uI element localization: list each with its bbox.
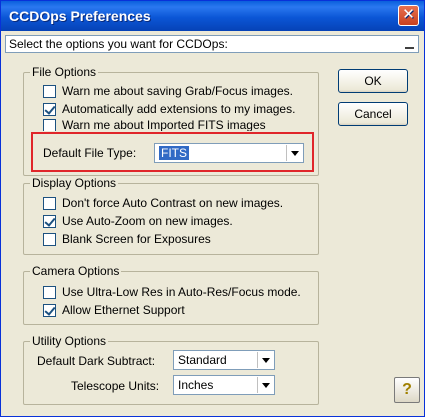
auto-contrast-checkbox[interactable] bbox=[43, 196, 56, 210]
ethernet-support-option[interactable]: Allow Ethernet Support bbox=[43, 302, 185, 318]
close-icon[interactable]: ✕ bbox=[398, 5, 419, 26]
warn-imported-fits-option[interactable]: Warn me about Imported FITS images bbox=[43, 119, 266, 131]
blank-screen-option[interactable]: Blank Screen for Exposures bbox=[43, 231, 211, 247]
ok-button[interactable]: OK bbox=[338, 69, 408, 93]
help-icon[interactable]: ? bbox=[394, 377, 420, 403]
auto-extensions-checkbox[interactable] bbox=[43, 102, 56, 116]
dark-subtract-dropdown[interactable]: Standard bbox=[173, 350, 275, 370]
window-title: CCDOps Preferences bbox=[9, 8, 151, 24]
auto-contrast-label: Don't force Auto Contrast on new images. bbox=[62, 196, 284, 210]
chevron-down-icon[interactable] bbox=[286, 145, 302, 161]
auto-zoom-option[interactable]: Use Auto-Zoom on new images. bbox=[43, 213, 233, 229]
cancel-button[interactable]: Cancel bbox=[338, 102, 408, 126]
default-file-type-row: Default File Type: bbox=[43, 145, 136, 161]
display-options-title: Display Options bbox=[30, 176, 119, 190]
utility-options-title: Utility Options bbox=[30, 334, 109, 348]
warn-imported-fits-label: Warn me about Imported FITS images bbox=[62, 119, 266, 131]
auto-zoom-checkbox[interactable] bbox=[43, 214, 56, 228]
telescope-units-value: Inches bbox=[178, 378, 214, 392]
ultra-low-res-option[interactable]: Use Ultra-Low Res in Auto-Res/Focus mode… bbox=[43, 284, 301, 300]
options-prompt: Select the options you want for CCDOps: bbox=[5, 35, 419, 53]
blank-screen-checkbox[interactable] bbox=[43, 232, 56, 246]
ethernet-support-label: Allow Ethernet Support bbox=[62, 303, 185, 317]
default-file-type-label: Default File Type: bbox=[43, 146, 137, 160]
warn-imported-fits-checkbox[interactable] bbox=[43, 119, 56, 131]
auto-extensions-label: Automatically add extensions to my image… bbox=[62, 102, 296, 116]
dark-subtract-label: Default Dark Subtract: bbox=[37, 354, 156, 368]
ultra-low-res-label: Use Ultra-Low Res in Auto-Res/Focus mode… bbox=[62, 285, 301, 299]
warn-saving-grab-option[interactable]: Warn me about saving Grab/Focus images. bbox=[43, 83, 293, 99]
preferences-dialog: CCDOps Preferences ✕ Select the options … bbox=[0, 0, 425, 417]
options-prompt-text: Select the options you want for CCDOps: bbox=[9, 37, 228, 51]
telescope-units-row: Telescope Units: bbox=[71, 378, 159, 394]
auto-extensions-option[interactable]: Automatically add extensions to my image… bbox=[43, 101, 295, 117]
chevron-down-icon[interactable] bbox=[257, 377, 273, 393]
chevron-down-icon[interactable] bbox=[257, 352, 273, 368]
blank-screen-label: Blank Screen for Exposures bbox=[62, 232, 211, 246]
default-file-type-dropdown[interactable]: FITS bbox=[154, 143, 304, 163]
camera-options-title: Camera Options bbox=[30, 264, 122, 278]
warn-saving-grab-checkbox[interactable] bbox=[43, 84, 56, 98]
telescope-units-label: Telescope Units: bbox=[71, 379, 160, 393]
ultra-low-res-checkbox[interactable] bbox=[43, 285, 56, 299]
ethernet-support-checkbox[interactable] bbox=[43, 303, 56, 317]
auto-contrast-option[interactable]: Don't force Auto Contrast on new images. bbox=[43, 195, 283, 211]
telescope-units-dropdown[interactable]: Inches bbox=[173, 375, 275, 395]
dark-subtract-value: Standard bbox=[178, 353, 227, 367]
resize-handle-icon bbox=[405, 40, 414, 49]
warn-saving-grab-label: Warn me about saving Grab/Focus images. bbox=[62, 84, 293, 98]
dark-subtract-row: Default Dark Subtract: bbox=[37, 353, 155, 369]
file-options-title: File Options bbox=[30, 65, 99, 79]
default-file-type-value: FITS bbox=[159, 146, 189, 160]
auto-zoom-label: Use Auto-Zoom on new images. bbox=[62, 214, 233, 228]
title-bar: CCDOps Preferences ✕ bbox=[1, 1, 424, 31]
